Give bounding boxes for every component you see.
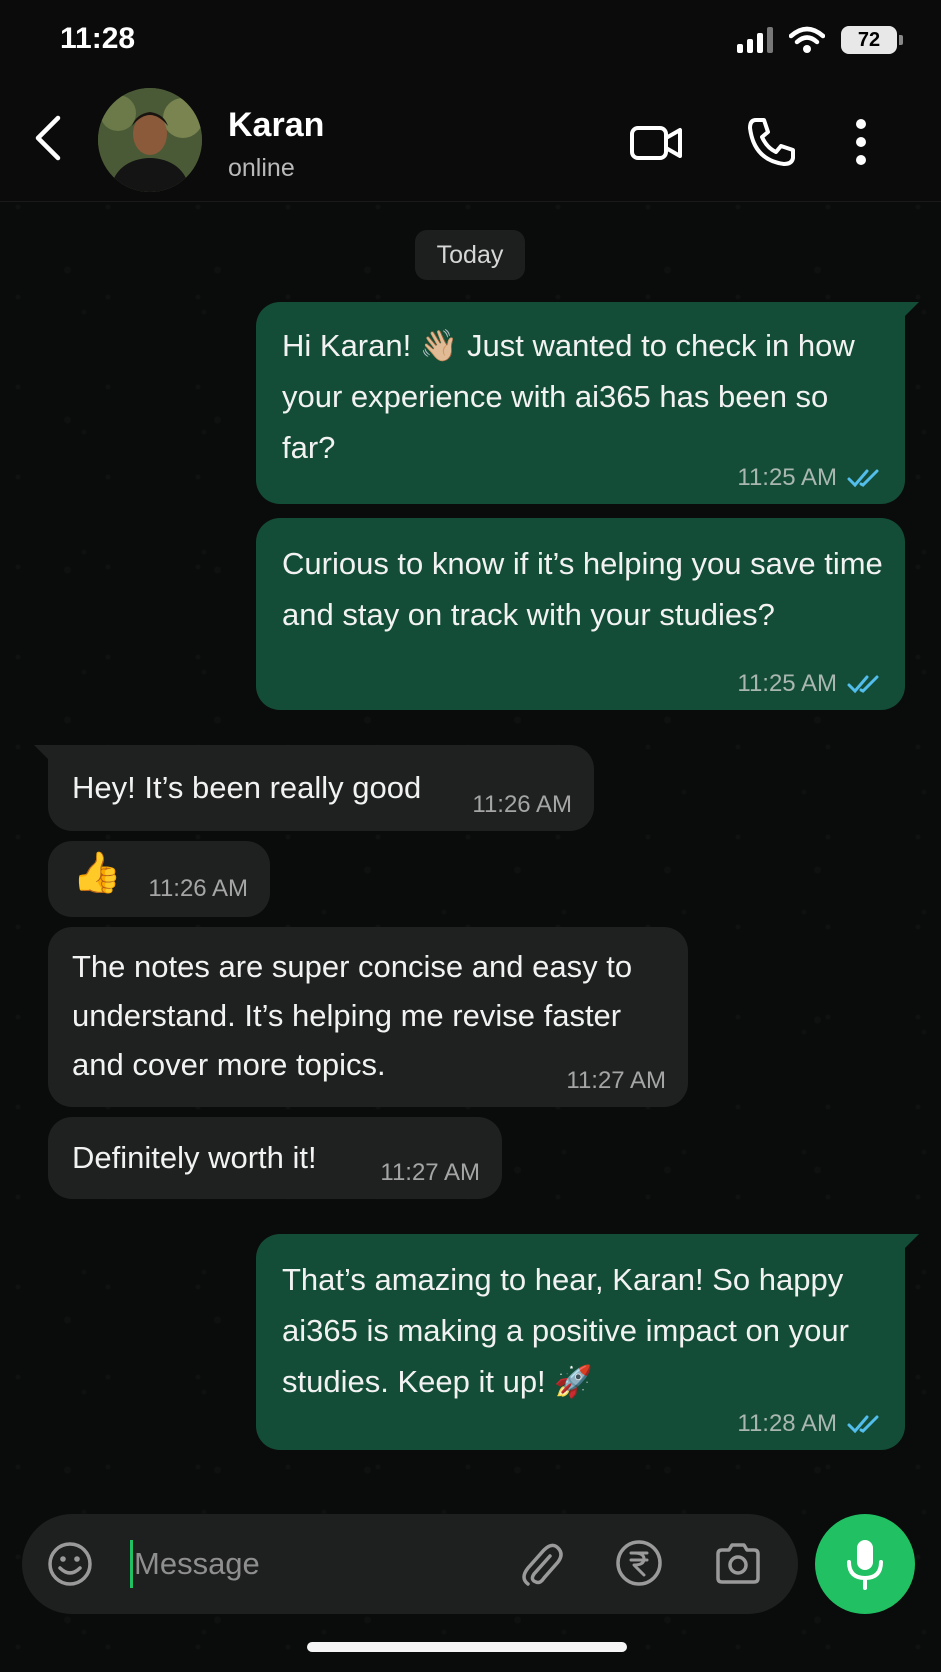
message-text: Curious to know if it’s helping you save… bbox=[282, 546, 883, 632]
double-check-icon bbox=[847, 469, 879, 488]
paperclip-icon[interactable] bbox=[516, 1538, 566, 1590]
phone-icon[interactable] bbox=[742, 114, 798, 170]
chat-header: Karan online bbox=[0, 80, 941, 202]
message-meta: 11:25 AM bbox=[737, 672, 883, 696]
message-bubble-outgoing[interactable]: Hi Karan! 👋🏼 Just wanted to check in how… bbox=[256, 302, 919, 504]
video-call-icon[interactable] bbox=[628, 114, 684, 170]
chat-screen: 11:28 72 Karan online Today Hi Karan! 👋🏼… bbox=[0, 0, 941, 1672]
message-time: 11:27 AM bbox=[566, 1067, 666, 1094]
avatar-silhouette-icon bbox=[98, 88, 202, 192]
contact-status: online bbox=[228, 154, 295, 182]
message-bubble-incoming[interactable]: The notes are super concise and easy to … bbox=[48, 927, 688, 1107]
text-caret bbox=[130, 1540, 133, 1588]
message-text: That’s amazing to hear, Karan! So happy … bbox=[282, 1262, 849, 1399]
home-indicator[interactable] bbox=[307, 1642, 627, 1652]
message-meta: 11:27 AM bbox=[380, 1161, 480, 1185]
status-time: 11:28 bbox=[60, 22, 136, 55]
message-time: 11:26 AM bbox=[472, 791, 572, 818]
back-arrow-icon[interactable] bbox=[28, 110, 72, 166]
message-meta: 11:26 AM bbox=[472, 793, 572, 817]
battery-indicator: 72 bbox=[841, 26, 903, 54]
message-time: 11:25 AM bbox=[737, 670, 837, 697]
emoji-icon[interactable] bbox=[46, 1540, 94, 1588]
camera-icon[interactable] bbox=[712, 1538, 764, 1590]
status-icons: 72 bbox=[737, 26, 903, 54]
message-time: 11:26 AM bbox=[148, 875, 248, 902]
cellular-signal-icon bbox=[737, 27, 773, 53]
contact-name[interactable]: Karan bbox=[228, 106, 324, 145]
message-meta: 11:25 AM bbox=[737, 466, 883, 490]
message-input[interactable] bbox=[134, 1534, 514, 1594]
message-composer bbox=[22, 1514, 798, 1614]
voice-record-button[interactable] bbox=[815, 1514, 915, 1614]
message-time: 11:25 AM bbox=[737, 464, 837, 491]
message-meta: 11:28 AM bbox=[737, 1412, 883, 1436]
message-meta: 11:26 AM bbox=[148, 877, 248, 901]
message-bubble-incoming[interactable]: Definitely worth it! 11:27 AM bbox=[48, 1117, 502, 1199]
wifi-icon bbox=[789, 26, 825, 53]
message-bubble-outgoing[interactable]: That’s amazing to hear, Karan! So happy … bbox=[256, 1234, 919, 1450]
status-bar: 11:28 72 bbox=[0, 0, 941, 80]
message-text: Hi Karan! 👋🏼 Just wanted to check in how… bbox=[282, 328, 855, 465]
message-bubble-incoming[interactable]: 👍 11:26 AM bbox=[48, 841, 270, 917]
more-vertical-icon[interactable] bbox=[846, 114, 876, 170]
message-bubble-incoming[interactable]: Hey! It’s been really good 11:26 AM bbox=[34, 745, 594, 831]
avatar[interactable] bbox=[98, 88, 202, 192]
date-divider: Today bbox=[415, 230, 525, 280]
double-check-icon bbox=[847, 675, 879, 694]
message-time: 11:27 AM bbox=[380, 1159, 480, 1186]
double-check-icon bbox=[847, 1415, 879, 1434]
microphone-icon bbox=[847, 1540, 883, 1590]
message-bubble-outgoing[interactable]: Curious to know if it’s helping you save… bbox=[256, 518, 905, 710]
message-time: 11:28 AM bbox=[737, 1410, 837, 1437]
rupee-icon[interactable] bbox=[614, 1538, 664, 1588]
message-meta: 11:27 AM bbox=[566, 1069, 666, 1093]
